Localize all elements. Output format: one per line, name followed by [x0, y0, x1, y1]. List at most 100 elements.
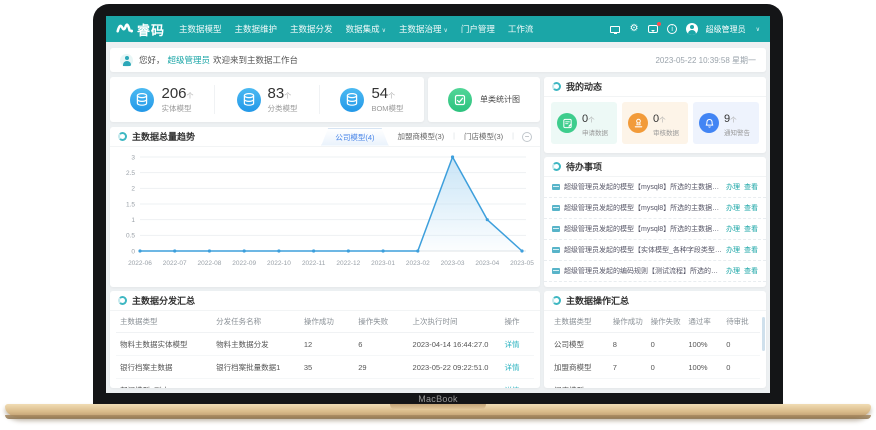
info-icon[interactable]: i	[667, 24, 678, 35]
view-link[interactable]: 查看	[744, 224, 758, 234]
nav-item-master-governance[interactable]: 主数据治理∨	[399, 23, 448, 35]
activity-apply-data[interactable]: 0个申请数据	[551, 102, 617, 144]
table-row[interactable]: 门店模型 3 0 100% 0	[550, 379, 760, 389]
activity-title: 我的动态	[566, 80, 602, 93]
nav-item-workflow[interactable]: 工作流	[508, 23, 534, 35]
screen: 睿码 主数据模型 主数据维护 主数据分发 数据集成∨ 主数据治理∨ 门户管理 工…	[106, 16, 770, 393]
gear-icon[interactable]: ⚙	[629, 24, 640, 35]
handle-link[interactable]: 办理	[726, 245, 740, 255]
monitor-icon[interactable]	[610, 24, 621, 35]
task-icon	[552, 184, 560, 190]
laptop-base-notch	[390, 404, 486, 410]
handle-link[interactable]: 办理	[726, 266, 740, 276]
user-avatar[interactable]	[686, 23, 698, 35]
handle-link[interactable]: 办理	[726, 224, 740, 234]
tab-company-model[interactable]: 公司模型(4)	[321, 128, 388, 146]
section-icon	[118, 296, 127, 305]
detail-link[interactable]: 详情	[505, 340, 520, 349]
todo-panel: 待办事项 超级管理员发起的模型【mysql8】所选的主数据维护-失效工作... …	[544, 157, 766, 287]
col-header: 操作成功	[300, 311, 354, 333]
col-header: 分发任务名称	[212, 311, 300, 333]
macbook-mockup: MacBook 睿码 主数据模型 主数据维护 主数据分发 数据集成∨ 主数据治理…	[0, 0, 876, 430]
svg-text:2022-10: 2022-10	[267, 260, 291, 267]
detail-link[interactable]: 详情	[505, 386, 520, 389]
todo-item[interactable]: 超级管理员发起的编码规则【测试流程】所选的工作流【sz-编码... 办理查看	[544, 282, 766, 287]
col-header: 操作	[501, 311, 535, 333]
table-row[interactable]: 银行档案主数据 银行档案批量数据1 35 29 2023-05-22 09:22…	[116, 356, 534, 379]
col-header: 上次执行时间	[409, 311, 501, 333]
svg-text:2022-09: 2022-09	[232, 260, 256, 267]
view-link[interactable]: 查看	[744, 266, 758, 276]
distribution-summary-panel: 主数据分发汇总 主数据类型 分发任务名称 操作成功 操作失败 上次执行时间 操作	[110, 291, 540, 388]
view-link[interactable]: 查看	[744, 203, 758, 213]
laptop-base-edge	[5, 415, 871, 419]
svg-text:0: 0	[131, 248, 135, 255]
chart-document-icon	[448, 88, 472, 112]
navbar-right: ⚙ i 超级管理员 ∨	[610, 23, 760, 35]
todo-item[interactable]: 超级管理员发起的模型【mysql8】所选的主数据维护-冻结工作... 办理查看	[544, 198, 766, 219]
col-header: 操作失败	[354, 311, 408, 333]
detail-link[interactable]: 详情	[505, 363, 520, 372]
database-icon	[130, 88, 154, 112]
col-header: 待审批	[722, 311, 760, 333]
message-icon[interactable]	[648, 24, 659, 35]
svg-text:2022-06: 2022-06	[128, 260, 152, 267]
table-row[interactable]: 物料主数据实体模型 物料主数据分发 12 6 2023-04-14 16:44:…	[116, 333, 534, 356]
todo-item[interactable]: 超级管理员发起的编码规则【测试流程】所选的工作流【sz-编码... 办理查看	[544, 261, 766, 282]
col-header: 主数据类型	[116, 311, 212, 333]
tab-store-model[interactable]: 门店模型(3)	[455, 128, 512, 145]
section-icon	[552, 82, 561, 91]
nav-item-portal-manage[interactable]: 门户管理	[461, 23, 495, 35]
stat-value: 83	[268, 85, 285, 102]
section-icon	[552, 162, 561, 171]
col-header: 操作失败	[647, 311, 685, 333]
table-scrollbar[interactable]	[762, 317, 765, 351]
svg-text:2023-01: 2023-01	[371, 260, 395, 267]
view-link[interactable]: 查看	[744, 182, 758, 192]
single-statistics-card[interactable]: 单类统计图	[428, 77, 540, 122]
trend-panel: 主数据总量趋势 公司模型(4) 加盟商模型(3) | 门店模型(3) | − 0…	[110, 127, 540, 287]
logo-icon	[116, 20, 133, 39]
nav-item-data-integration[interactable]: 数据集成∨	[346, 23, 386, 35]
stamp-icon	[628, 113, 648, 133]
svg-text:2023-02: 2023-02	[406, 260, 430, 267]
operation-summary-panel: 主数据操作汇总 主数据类型 操作成功 操作失败 通过率 待审批 公司模型	[544, 291, 766, 388]
chevron-down-icon: ∨	[444, 28, 448, 34]
svg-text:2022-07: 2022-07	[163, 260, 187, 267]
nav-item-master-model[interactable]: 主数据模型	[179, 23, 222, 35]
handle-link[interactable]: 办理	[726, 203, 740, 213]
activity-audit-data[interactable]: 0个审核数据	[622, 102, 688, 144]
collapse-icon[interactable]: −	[522, 132, 532, 142]
svg-text:2022-11: 2022-11	[302, 260, 326, 267]
datetime-label: 2023-05-22 10:39:58 星期一	[655, 55, 756, 66]
user-name[interactable]: 超级管理员	[706, 24, 746, 35]
stat-category-model[interactable]: 83个分类模型	[214, 85, 319, 114]
nav-item-master-maintain[interactable]: 主数据维护	[235, 23, 278, 35]
table-row[interactable]: 部门模型_副本 cs3 21 0 2023-05-15 14:49:31.0 详…	[116, 379, 534, 389]
app-logo[interactable]: 睿码	[116, 20, 165, 39]
trend-title: 主数据总量趋势	[132, 130, 195, 143]
stat-entity-model[interactable]: 206个实体模型	[110, 85, 214, 114]
single-statistics-label: 单类统计图	[480, 94, 520, 105]
todo-item[interactable]: 超级管理员发起的模型【实体模型_各种字段类型及输入方式_副... 办理查看	[544, 240, 766, 261]
table-row[interactable]: 加盟商模型 7 0 100% 0	[550, 356, 760, 379]
col-header: 通过率	[684, 311, 722, 333]
svg-text:2022-08: 2022-08	[198, 260, 222, 267]
operation-table: 主数据类型 操作成功 操作失败 通过率 待审批 公司模型 8 0 100% 0	[550, 311, 760, 388]
tab-franchisee-model[interactable]: 加盟商模型(3)	[389, 128, 454, 145]
svg-text:1: 1	[131, 217, 135, 224]
nav-item-master-distribute[interactable]: 主数据分发	[290, 23, 333, 35]
view-link[interactable]: 查看	[744, 245, 758, 255]
chevron-down-icon[interactable]: ∨	[756, 26, 760, 33]
operation-title: 主数据操作汇总	[566, 294, 629, 307]
model-stats-card: 206个实体模型 83个分类模型 54个BOM模型	[110, 77, 424, 122]
stat-bom-model[interactable]: 54个BOM模型	[319, 85, 424, 114]
svg-text:1.5: 1.5	[126, 201, 135, 208]
todo-item[interactable]: 超级管理员发起的模型【mysql8】所选的主数据维护-冻结工作... 办理查看	[544, 219, 766, 240]
greeting-text: 您好，超级管理员欢迎来到主数据工作台	[139, 54, 298, 66]
activity-notify-warning[interactable]: 9个通知警告	[693, 102, 759, 144]
trend-tabs: 公司模型(4) 加盟商模型(3) | 门店模型(3) |	[321, 128, 514, 146]
todo-item[interactable]: 超级管理员发起的模型【mysql8】所选的主数据维护-失效工作... 办理查看	[544, 177, 766, 198]
handle-link[interactable]: 办理	[726, 182, 740, 192]
table-row[interactable]: 公司模型 8 0 100% 0	[550, 333, 760, 356]
